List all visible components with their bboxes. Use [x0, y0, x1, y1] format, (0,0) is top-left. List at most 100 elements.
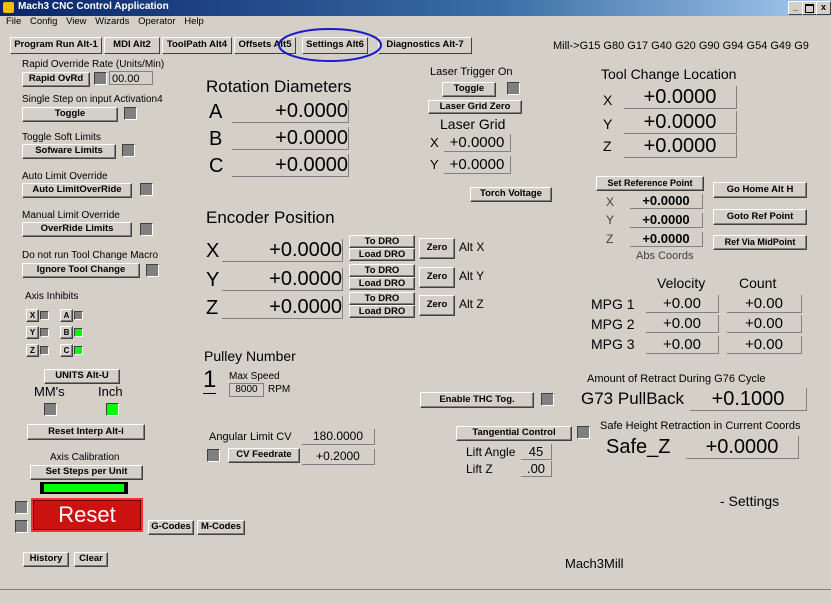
laser-toggle-button[interactable]: Toggle: [442, 82, 496, 97]
encoder-x-dro[interactable]: +0.0000: [222, 239, 343, 262]
override-limits-button[interactable]: OverRide Limits: [22, 222, 132, 237]
inhibit-z-button[interactable]: Z: [26, 344, 39, 357]
menu-file[interactable]: File: [6, 16, 21, 27]
mpg2-velocity-dro[interactable]: +0.00: [646, 315, 719, 333]
inhibit-y-button[interactable]: Y: [26, 326, 39, 339]
angular-limit-dro[interactable]: 180.0000: [302, 429, 375, 445]
software-limits-button[interactable]: Sofware Limits: [22, 144, 116, 159]
software-limits-led: [122, 144, 135, 157]
encoder-z-alt-label: Alt Z: [459, 297, 484, 311]
mpg2-count-dro[interactable]: +0.00: [727, 315, 802, 333]
encoder-position-title: Encoder Position: [206, 208, 335, 227]
lift-z-dro[interactable]: .00: [521, 461, 552, 477]
pulley-number-value[interactable]: 1: [203, 367, 217, 394]
tab-mdi[interactable]: MDI Alt2: [104, 37, 160, 54]
history-button[interactable]: History: [23, 552, 69, 567]
maximize-icon: [805, 4, 814, 13]
menu-config[interactable]: Config: [30, 16, 57, 27]
close-button[interactable]: x: [816, 1, 831, 15]
menu-wizards[interactable]: Wizards: [95, 16, 129, 27]
tab-diagnostics[interactable]: Diagnostics Alt-7: [378, 37, 472, 54]
encoder-x-load-dro-button[interactable]: Load DRO: [349, 248, 415, 261]
encoder-z-to-dro-button[interactable]: To DRO: [349, 292, 415, 305]
set-steps-button[interactable]: Set Steps per Unit: [30, 465, 143, 480]
single-step-toggle-button[interactable]: Toggle: [22, 107, 118, 122]
inhibit-b-button[interactable]: B: [60, 326, 73, 339]
maximize-button[interactable]: [802, 1, 817, 15]
abs-coords-label: Abs Coords: [636, 250, 694, 262]
tool-change-y-dro[interactable]: +0.0000: [624, 111, 737, 134]
mpg3-count-dro[interactable]: +0.00: [727, 336, 802, 354]
laser-grid-zero-button[interactable]: Laser Grid Zero: [428, 100, 522, 114]
encoder-x-alt-label: Alt X: [459, 240, 485, 254]
tangential-control-button[interactable]: Tangential Control: [456, 426, 572, 441]
encoder-z-zero-button[interactable]: Zero: [419, 295, 455, 316]
encoder-y-load-dro-button[interactable]: Load DRO: [349, 277, 415, 290]
g-codes-button[interactable]: G-Codes: [148, 520, 194, 535]
cv-feedrate-button[interactable]: CV Feedrate: [228, 448, 300, 463]
max-speed-label: Max Speed: [229, 371, 280, 382]
ignore-tool-change-button[interactable]: Ignore Tool Change: [22, 263, 140, 278]
reference-z-dro[interactable]: +0.0000: [630, 232, 703, 247]
inhibit-c-button[interactable]: C: [60, 344, 73, 357]
g73-pullback-dro[interactable]: +0.1000: [690, 388, 807, 411]
laser-grid-x-dro[interactable]: +0.0000: [444, 134, 511, 152]
thc-led: [541, 393, 554, 406]
rapid-ovrd-button[interactable]: Rapid OvRd: [22, 72, 90, 87]
tool-change-x-dro[interactable]: +0.0000: [624, 86, 737, 109]
clear-button[interactable]: Clear: [74, 552, 108, 567]
lift-angle-dro[interactable]: 45: [521, 444, 552, 460]
max-speed-value[interactable]: 8000: [229, 383, 264, 397]
reference-y-dro[interactable]: +0.0000: [630, 213, 703, 228]
menu-help[interactable]: Help: [184, 16, 204, 27]
mms-led: [44, 403, 57, 416]
menu-operator[interactable]: Operator: [138, 16, 176, 27]
mpg1-count-dro[interactable]: +0.00: [727, 295, 802, 313]
tab-program-run[interactable]: Program Run Alt-1: [10, 37, 102, 54]
laser-grid-x-label: X: [430, 135, 439, 150]
menu-view[interactable]: View: [66, 16, 86, 27]
inhibit-a-button[interactable]: A: [60, 309, 73, 322]
encoder-x-zero-button[interactable]: Zero: [419, 238, 455, 259]
enable-thc-button[interactable]: Enable THC Tog.: [420, 392, 534, 408]
reset-button[interactable]: Reset: [31, 498, 143, 532]
minimize-button[interactable]: _: [788, 1, 803, 15]
ref-via-midpoint-button[interactable]: Ref Via MidPoint: [713, 235, 807, 250]
tool-change-z-dro[interactable]: +0.0000: [624, 135, 737, 158]
tab-toolpath[interactable]: ToolPath Alt4: [162, 37, 232, 54]
cv-feedrate-dro[interactable]: +0.2000: [302, 449, 375, 465]
rotation-b-dro[interactable]: +0.0000: [232, 127, 349, 150]
mpg1-velocity-dro[interactable]: +0.00: [646, 295, 719, 313]
encoder-z-dro[interactable]: +0.0000: [222, 296, 343, 319]
mpg3-velocity-dro[interactable]: +0.00: [646, 336, 719, 354]
reset-interp-button[interactable]: Reset Interp Alt-i: [27, 424, 145, 440]
inhibit-x-button[interactable]: X: [26, 309, 39, 322]
soft-limits-title: Toggle Soft Limits: [22, 132, 101, 143]
laser-trigger-title: Laser Trigger On: [430, 66, 513, 78]
rapid-value[interactable]: 00.00: [109, 71, 153, 85]
inhibit-y-led: [40, 328, 49, 337]
encoder-y-to-dro-button[interactable]: To DRO: [349, 264, 415, 277]
reference-x-dro[interactable]: +0.0000: [630, 194, 703, 209]
set-reference-point-button[interactable]: Set Reference Point: [596, 176, 704, 191]
go-home-button[interactable]: Go Home Alt H: [713, 182, 807, 198]
encoder-z-load-dro-button[interactable]: Load DRO: [349, 305, 415, 318]
calibration-bar-frame: [40, 482, 128, 494]
units-button[interactable]: UNITS Alt-U: [44, 369, 120, 384]
laser-grid-y-dro[interactable]: +0.0000: [444, 156, 511, 174]
goto-ref-point-button[interactable]: Goto Ref Point: [713, 209, 807, 225]
encoder-y-dro[interactable]: +0.0000: [222, 268, 343, 291]
auto-limit-override-button[interactable]: Auto LimitOverRide: [22, 183, 132, 198]
single-step-led: [124, 107, 137, 120]
torch-voltage-button[interactable]: Torch Voltage: [470, 187, 552, 202]
rotation-c-dro[interactable]: +0.0000: [232, 154, 349, 177]
rotation-diameters-title: Rotation Diameters: [206, 77, 352, 96]
safe-z-dro[interactable]: +0.0000: [686, 436, 799, 459]
g76-retract-title: Amount of Retract During G76 Cycle: [587, 373, 766, 385]
encoder-y-zero-button[interactable]: Zero: [419, 267, 455, 288]
inhibit-a-led: [74, 311, 83, 320]
rotation-a-dro[interactable]: +0.0000: [232, 100, 349, 123]
m-codes-button[interactable]: M-Codes: [197, 520, 245, 535]
encoder-x-to-dro-button[interactable]: To DRO: [349, 235, 415, 248]
rotation-axis-a-label: A: [209, 101, 223, 123]
